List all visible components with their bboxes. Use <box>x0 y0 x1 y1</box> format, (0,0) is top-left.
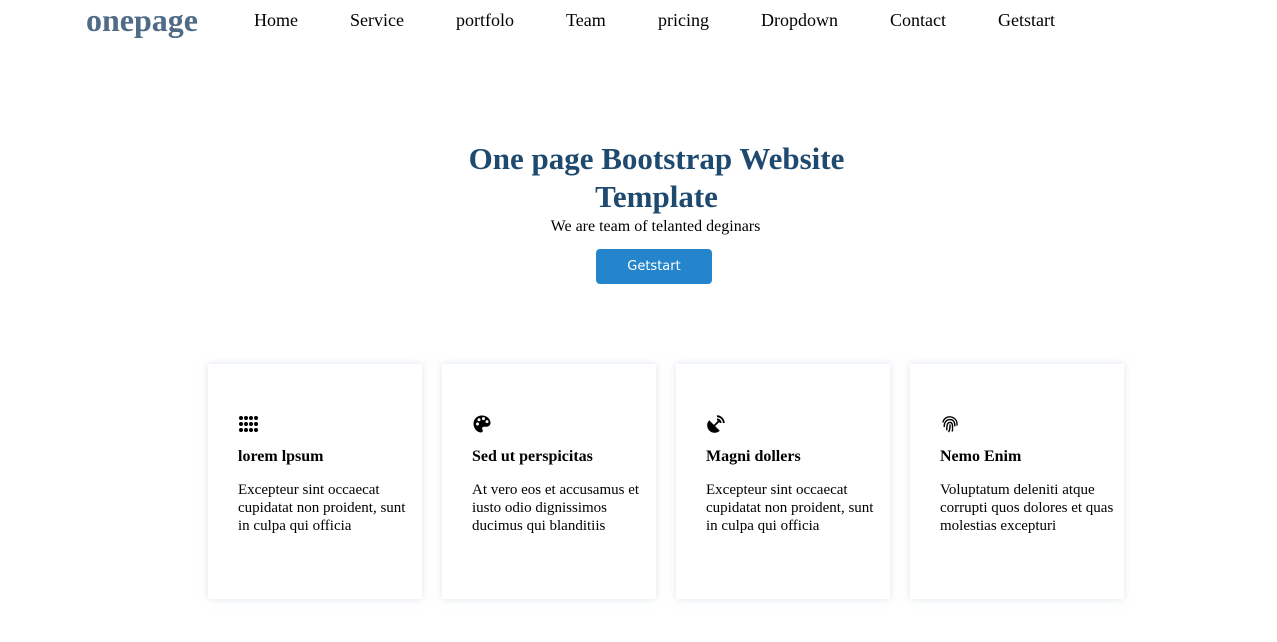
hero-title: One page Bootstrap Website Template <box>468 141 845 214</box>
site-logo[interactable]: onepage <box>86 2 198 38</box>
service-description: Excepteur sint occaecat cupidatat non pr… <box>706 482 874 534</box>
service-card: Sed ut perspicitas At vero eos et accusa… <box>442 364 656 599</box>
service-title: Nemo Enim <box>940 448 1022 465</box>
service-title: lorem lpsum <box>238 448 324 465</box>
grid-dots-icon <box>239 416 258 432</box>
nav-link-service[interactable]: Service <box>350 9 404 31</box>
hero-subtitle: We are team of telanted deginars <box>550 218 761 235</box>
nav-link-getstart[interactable]: Getstart <box>998 9 1055 31</box>
getstart-button[interactable]: Getstart <box>596 249 712 284</box>
page: onepage Home Service portfolo Team prici… <box>0 0 1277 642</box>
palette-icon <box>473 415 491 433</box>
nav-link-contact[interactable]: Contact <box>890 9 946 31</box>
nav-link-dropdown[interactable]: Dropdown <box>761 9 838 31</box>
service-card: lorem lpsum Excepteur sint occaecat cupi… <box>208 364 422 599</box>
site-header: onepage Home Service portfolo Team prici… <box>0 0 1277 40</box>
hero-section: One page Bootstrap Website Template We a… <box>0 140 1277 237</box>
service-card: Magni dollers Excepteur sint occaecat cu… <box>676 364 890 599</box>
service-card: Nemo Enim Voluptatum deleniti atque corr… <box>910 364 1124 599</box>
service-description: Voluptatum deleniti atque corrupti quos … <box>940 482 1114 534</box>
nav-link-pricing[interactable]: pricing <box>658 9 709 31</box>
nav-link-home[interactable]: Home <box>254 9 298 31</box>
service-description: Excepteur sint occaecat cupidatat non pr… <box>238 482 406 534</box>
service-description: At vero eos et accusamus et iusto odio d… <box>472 482 640 534</box>
nav-link-team[interactable]: Team <box>566 9 606 31</box>
fingerprint-icon <box>942 416 958 433</box>
satellite-dish-icon <box>707 415 725 433</box>
service-title: Sed ut perspicitas <box>472 448 593 465</box>
nav-link-portfolio[interactable]: portfolo <box>456 9 514 31</box>
service-title: Magni dollers <box>706 448 801 465</box>
